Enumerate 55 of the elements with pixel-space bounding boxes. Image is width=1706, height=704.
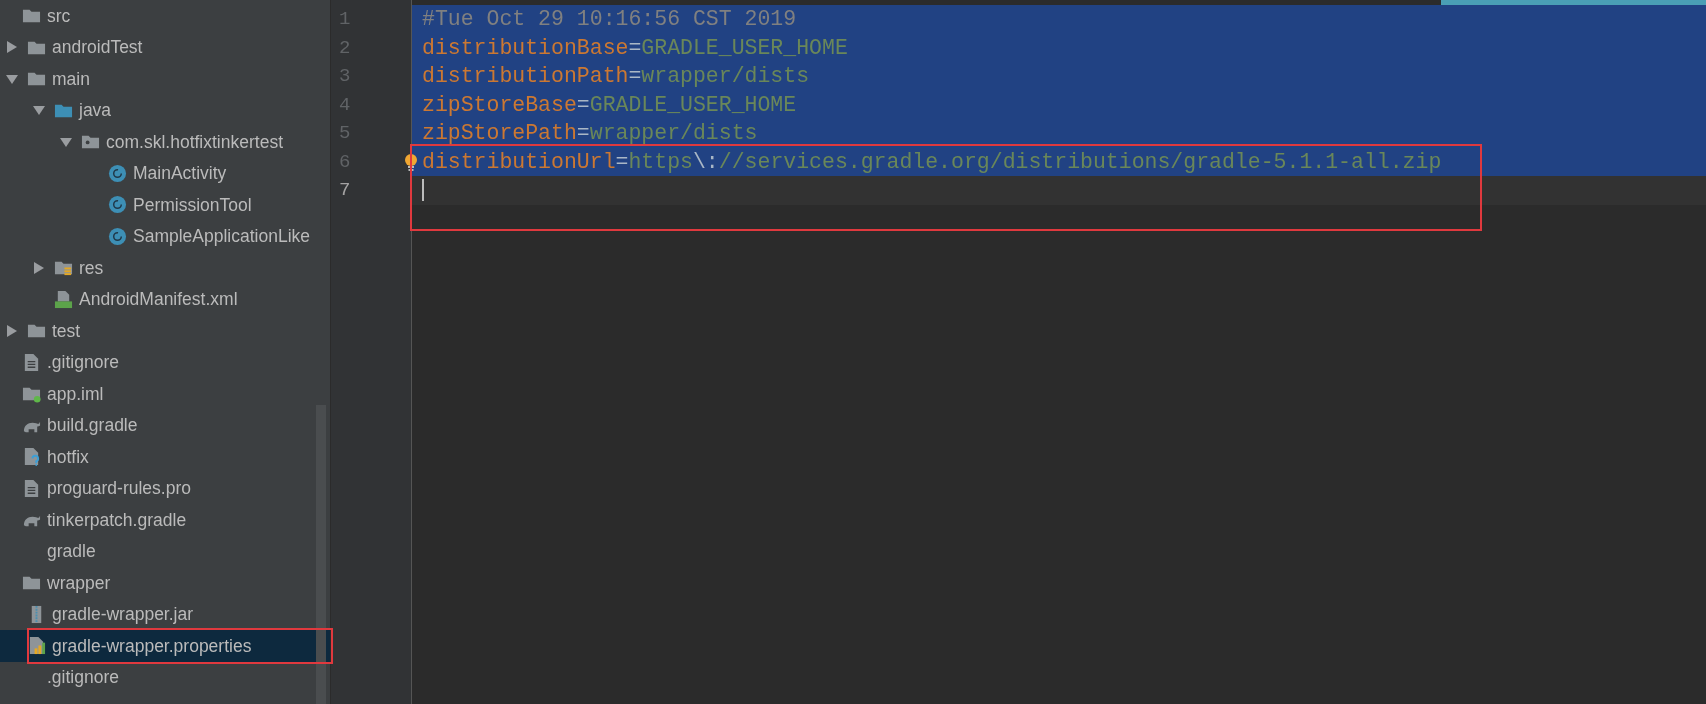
file-name: .gitignore <box>47 666 119 690</box>
unknown-file-icon <box>22 447 41 467</box>
text-cursor <box>422 179 424 202</box>
file-name: gradle <box>47 540 96 564</box>
file-name: res <box>79 256 104 280</box>
file-name: test <box>52 319 81 343</box>
tree-item[interactable]: src <box>0 0 330 32</box>
tree-item[interactable]: main <box>0 63 330 95</box>
tree-item[interactable]: proguard-rules.pro <box>0 472 330 504</box>
tree-item[interactable]: java <box>0 94 330 126</box>
file-name: com.skl.hotfixtinkertest <box>106 130 283 154</box>
tree-item[interactable]: build.gradle <box>0 409 330 441</box>
file-name: app.iml <box>47 382 104 406</box>
file-name: src <box>47 4 71 28</box>
properties-file-icon <box>27 636 46 656</box>
tree-item[interactable]: PermissionTool <box>0 189 330 221</box>
file-name: PermissionTool <box>133 193 252 217</box>
tree-item[interactable]: SampleApplicationLike <box>0 220 330 252</box>
tree-item[interactable]: AndroidManifest.xml <box>0 283 330 315</box>
tree-item[interactable]: .gitignore <box>0 346 330 378</box>
line-number: 7 <box>338 178 352 203</box>
file-name: AndroidManifest.xml <box>79 288 238 312</box>
tree-item[interactable]: gradle-wrapper.properties <box>0 630 330 662</box>
file-name: MainActivity <box>133 162 227 186</box>
file-name: gradle-wrapper.properties <box>52 634 252 658</box>
tree-item[interactable]: androidTest <box>0 31 330 63</box>
file-name: java <box>79 99 112 123</box>
file-name: gradle-wrapper.jar <box>52 603 194 627</box>
tree-item[interactable]: hotfix <box>0 441 330 473</box>
tree-item[interactable]: .gitignore <box>0 661 330 693</box>
tree-item[interactable]: wrapper <box>0 567 330 599</box>
text-file-icon <box>22 352 41 372</box>
tree-item[interactable]: test <box>0 315 330 347</box>
class-icon <box>108 195 127 215</box>
file-name: tinkerpatch.gradle <box>47 508 187 532</box>
tree-item[interactable]: app.iml <box>0 378 330 410</box>
file-name: .gitignore <box>47 351 119 375</box>
tree-item[interactable]: gradle-wrapper.jar <box>0 598 330 630</box>
file-name: hotfix <box>47 445 89 469</box>
file-name: main <box>52 67 90 91</box>
manifest-file-icon <box>54 289 73 309</box>
text-file-icon <box>22 478 41 498</box>
class-icon <box>108 163 127 183</box>
file-name: androidTest <box>52 36 143 60</box>
tree-item[interactable]: MainActivity <box>0 157 330 189</box>
file-name: wrapper <box>47 571 111 595</box>
tree-item[interactable]: res <box>0 252 330 284</box>
file-name: proguard-rules.pro <box>47 477 191 501</box>
class-icon <box>108 226 127 246</box>
tree-item[interactable]: com.skl.hotfixtinkertest <box>0 126 330 158</box>
scrollbar[interactable] <box>316 405 326 704</box>
file-name: build.gradle <box>47 414 138 438</box>
tree-item[interactable]: gradle <box>0 535 330 567</box>
file-name: SampleApplicationLike <box>133 225 311 249</box>
tree-item[interactable]: tinkerpatch.gradle <box>0 504 330 536</box>
